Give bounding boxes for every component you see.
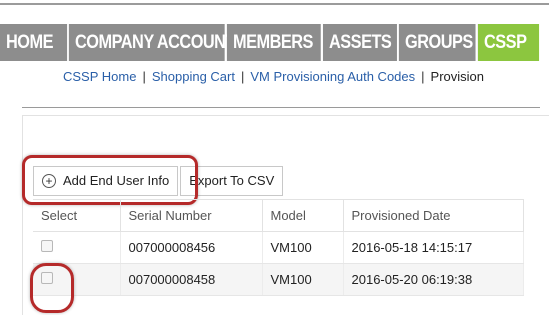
table-header-row: Select Serial Number Model Provisioned D… bbox=[33, 199, 524, 232]
provisioned-date-cell: 2016-05-18 14:15:17 bbox=[343, 231, 524, 264]
nav-item-assets[interactable]: ASSETS bbox=[322, 24, 399, 61]
nav-item-cssp[interactable]: CSSP bbox=[477, 24, 540, 61]
subnav-current-page: Provision bbox=[430, 69, 484, 84]
subnav-link-vm-auth-codes[interactable]: VM Provisioning Auth Codes bbox=[250, 69, 415, 84]
serial-number-cell: 007000008458 bbox=[120, 263, 263, 296]
section-divider bbox=[22, 107, 540, 108]
subnav-link-cssp-home[interactable]: CSSP Home bbox=[63, 69, 136, 84]
serial-number-cell: 007000008456 bbox=[120, 231, 263, 264]
model-cell: VM100 bbox=[262, 263, 344, 296]
provisioned-date-cell: 2016-05-20 06:19:38 bbox=[343, 263, 524, 296]
main-nav: HOME COMPANY ACCOUNT MEMBERS ASSETS GROU… bbox=[0, 24, 549, 61]
model-cell: VM100 bbox=[262, 231, 344, 264]
nav-item-company-account[interactable]: COMPANY ACCOUNT bbox=[69, 24, 236, 61]
table-row[interactable]: 007000008458 VM100 2016-05-20 06:19:38 bbox=[33, 263, 524, 296]
highlight-annotation-checkbox bbox=[30, 263, 74, 313]
provisioned-devices-table: Select Serial Number Model Provisioned D… bbox=[33, 199, 524, 296]
top-divider bbox=[0, 3, 549, 5]
subnav-separator: | bbox=[240, 69, 245, 84]
column-header-serial-number[interactable]: Serial Number bbox=[120, 199, 263, 232]
nav-item-home[interactable]: HOME bbox=[0, 24, 69, 61]
sub-navigation: CSSP Home | Shopping Cart | VM Provisioning … bbox=[63, 69, 484, 84]
table-row[interactable]: 007000008456 VM100 2016-05-18 14:15:17 bbox=[33, 231, 524, 264]
page: HOME COMPANY ACCOUNT MEMBERS ASSETS GROU… bbox=[0, 0, 549, 315]
column-header-select[interactable]: Select bbox=[33, 199, 121, 232]
column-header-model[interactable]: Model bbox=[262, 199, 344, 232]
nav-item-members[interactable]: MEMBERS bbox=[227, 24, 323, 61]
row-select-checkbox[interactable] bbox=[41, 240, 53, 252]
highlight-annotation-toolbar bbox=[22, 155, 198, 205]
subnav-link-shopping-cart[interactable]: Shopping Cart bbox=[152, 69, 235, 84]
subnav-separator: | bbox=[421, 69, 425, 84]
nav-item-groups[interactable]: GROUPS bbox=[398, 24, 478, 61]
column-header-provisioned-date[interactable]: Provisioned Date bbox=[343, 199, 524, 232]
select-cell bbox=[33, 231, 121, 264]
subnav-separator: | bbox=[142, 69, 146, 84]
export-to-csv-label: Export To CSV bbox=[189, 173, 275, 188]
